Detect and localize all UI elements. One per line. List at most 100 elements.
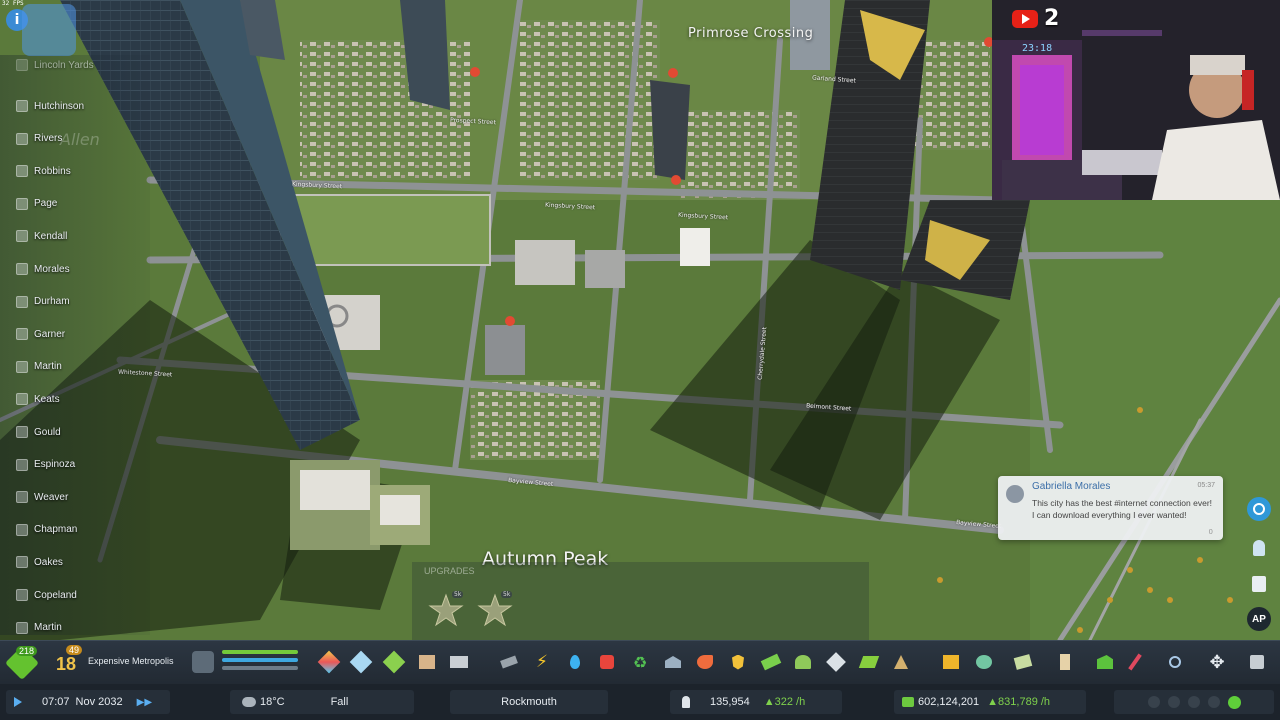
district-list-item[interactable]: Garner (16, 326, 65, 342)
game-viewport: Kingsbury Street Kingsbury Street Kingsb… (0, 0, 1280, 720)
ghost-district-text: Allen (60, 130, 100, 149)
map-icon[interactable] (1010, 649, 1036, 675)
fire-icon[interactable] (692, 649, 718, 675)
areas-icon[interactable] (348, 649, 374, 675)
building-icon (16, 132, 28, 145)
district-name: Durham (34, 296, 70, 308)
population-icon (682, 696, 690, 708)
terrain-open-field (1030, 200, 1280, 640)
fast-forward-icon[interactable]: ▶▶ (137, 697, 152, 708)
journal-icon[interactable] (1247, 572, 1271, 596)
district-list-item[interactable]: Page (16, 196, 57, 212)
like-icon (22, 4, 76, 56)
money-balance: 602,124,201 (918, 696, 980, 708)
district-name: Martin (34, 361, 62, 373)
happiness-face-icon[interactable] (1228, 695, 1241, 709)
district-name: Garner (34, 328, 66, 340)
money-icon (902, 697, 914, 707)
service-building (485, 325, 525, 375)
district-list-item[interactable]: Robbins (16, 163, 71, 179)
district-list-item[interactable]: Keats (16, 391, 60, 407)
district-list-header[interactable]: Lincoln Yards (16, 57, 94, 73)
notification-dots (1114, 690, 1274, 714)
city-name-panel[interactable]: Rockmouth (450, 690, 608, 714)
zoning-icon[interactable] (316, 649, 342, 675)
district-list-item[interactable]: Kendall (16, 228, 67, 244)
building-icon (16, 295, 28, 308)
photo-mode-icon[interactable] (1244, 649, 1270, 675)
population-panel[interactable]: 135,954 ▲322 /h (670, 690, 842, 714)
building-icon (16, 263, 28, 275)
health-icon[interactable] (594, 649, 620, 675)
notification-dot[interactable] (1148, 696, 1160, 708)
terraform-icon[interactable] (888, 649, 914, 675)
industry-icon[interactable] (938, 649, 964, 675)
district-name: Morales (34, 263, 70, 275)
building-icon (16, 589, 28, 601)
white-building (680, 228, 710, 266)
communications-icon[interactable] (823, 649, 849, 675)
district-list-item[interactable]: Morales (16, 261, 70, 277)
search-icon[interactable] (1162, 649, 1188, 675)
districts-icon[interactable] (446, 649, 472, 675)
district-list-item[interactable]: Espinoza (16, 457, 75, 473)
advisor-ap-button[interactable]: AP (1247, 607, 1271, 631)
population-count: 135,954 (710, 696, 750, 708)
bulldoze-icon[interactable] (1092, 649, 1118, 675)
garbage-icon[interactable]: ♻ (627, 649, 653, 675)
city-name: Rockmouth (501, 696, 557, 708)
police-icon[interactable] (725, 649, 751, 675)
district-list-item[interactable]: Chapman (16, 522, 77, 538)
notification-dot[interactable] (1188, 696, 1200, 708)
district-list-item[interactable]: Copeland (16, 587, 77, 603)
move-icon[interactable]: ✥ (1204, 649, 1230, 675)
district-list-item[interactable]: Gould (16, 424, 61, 440)
roads-icon[interactable] (496, 649, 522, 675)
citizen-icon[interactable] (1247, 536, 1271, 560)
chirper-icon[interactable] (1247, 497, 1271, 521)
upgrade-level: 5k (452, 591, 464, 598)
signature-buildings-icon[interactable] (414, 649, 440, 675)
water-icon[interactable] (562, 649, 588, 675)
electricity-icon[interactable]: ⚡ (529, 649, 555, 675)
landscaping-icon[interactable] (381, 649, 407, 675)
milestone-name[interactable]: Expensive Metropolis (88, 656, 174, 666)
happiness-icon[interactable] (192, 651, 214, 673)
weather-panel[interactable]: 18°C Fall (230, 690, 414, 714)
chirp-author[interactable]: Gabriella Morales (1032, 481, 1110, 492)
district-name: Rivers (34, 133, 63, 145)
district-map-label: Primrose Crossing (688, 26, 814, 41)
parks-icon[interactable] (790, 649, 816, 675)
district-list-item[interactable]: Rivers (16, 131, 62, 147)
district-list-item[interactable]: Oakes (16, 554, 63, 570)
commercial-building (585, 250, 625, 288)
paint-icon[interactable] (1122, 649, 1148, 675)
tourism-icon[interactable] (1052, 649, 1078, 675)
building-icon (16, 328, 28, 341)
district-name: Weaver (34, 491, 69, 503)
notification-dot[interactable] (1168, 696, 1180, 708)
landscaping-tools-icon[interactable] (856, 649, 882, 675)
money-panel[interactable]: 602,124,201 ▲831,789 /h (894, 690, 1086, 714)
education-icon[interactable] (660, 649, 686, 675)
district-list-item[interactable]: Weaver (16, 489, 68, 505)
chirp-notification[interactable]: Gabriella Morales 05:37 This city has th… (998, 476, 1223, 540)
water-transport-icon[interactable] (971, 649, 997, 675)
district-name: Oakes (34, 556, 63, 568)
transportation-icon[interactable] (758, 649, 784, 675)
demand-bar-commercial (222, 658, 298, 662)
district-list-item[interactable]: Martin (16, 620, 62, 635)
district-name: Martin (34, 622, 62, 634)
district-list-item[interactable]: Hutchinson (16, 98, 84, 114)
chirp-message: This city has the best #internet connect… (1032, 498, 1213, 520)
district-list-item[interactable]: Durham (16, 294, 70, 310)
notification-dot[interactable] (1208, 696, 1220, 708)
district-list-item[interactable]: Martin (16, 359, 62, 375)
upgrade-star-icon[interactable]: 5k (477, 591, 513, 629)
viewer-count: 2 (1044, 6, 1060, 31)
demand-bar-industrial (222, 666, 298, 670)
stream-clock: 23:18 (1022, 43, 1053, 54)
upgrade-star-icon[interactable]: 5k (428, 591, 464, 629)
play-icon[interactable] (14, 697, 22, 707)
building-icon (16, 523, 28, 536)
